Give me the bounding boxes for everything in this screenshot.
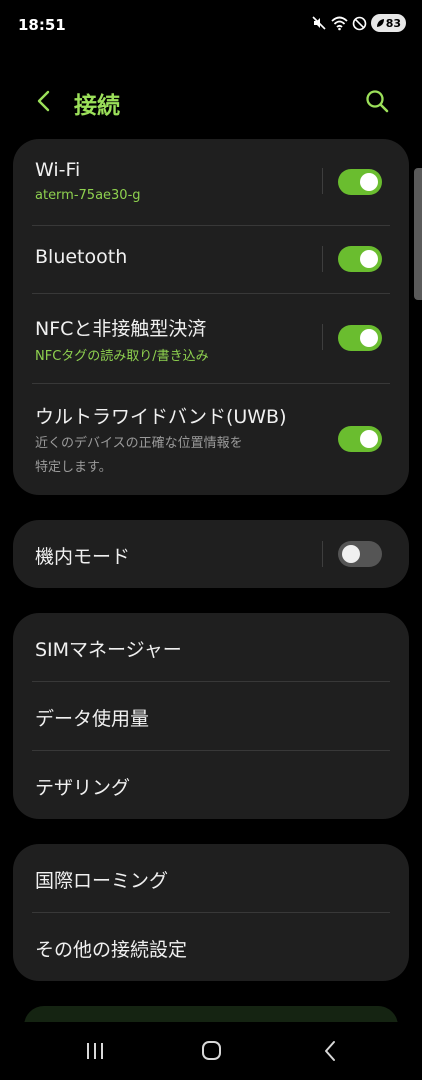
airplane-mode-row[interactable]: 機内モード: [13, 520, 409, 588]
divider: [322, 324, 323, 350]
recent-apps-icon: [87, 1043, 103, 1059]
uwb-subtitle-line2: 特定します。: [35, 460, 112, 475]
bluetooth-row[interactable]: Bluetooth: [13, 226, 409, 293]
connections-card: Wi-Fi aterm-75ae30-g Bluetooth NFCと非接触型決…: [13, 139, 409, 495]
search-icon: [366, 90, 389, 113]
uwb-subtitle-line1: 近くのデバイスの正確な位置情報を: [35, 436, 243, 451]
uwb-row[interactable]: ウルトラワイドバンド(UWB) 近くのデバイスの正確な位置情報を 特定します。: [13, 384, 409, 495]
other-settings-row[interactable]: その他の接続設定: [13, 913, 409, 981]
status-bar: 18:51 83: [0, 0, 422, 50]
battery-indicator: 83: [370, 14, 406, 32]
battery-level: 83: [385, 16, 401, 30]
page-title: 接続: [74, 93, 120, 119]
bluetooth-toggle[interactable]: [338, 246, 382, 272]
chevron-left-icon: [37, 90, 50, 112]
wifi-row[interactable]: Wi-Fi aterm-75ae30-g: [13, 139, 409, 225]
wifi-toggle[interactable]: [338, 169, 382, 195]
wifi-title: Wi-Fi: [35, 159, 81, 181]
status-icons: 83: [311, 14, 406, 32]
uwb-toggle[interactable]: [338, 426, 382, 452]
bluetooth-title: Bluetooth: [35, 246, 128, 268]
home-icon: [202, 1041, 221, 1060]
recent-apps-button[interactable]: [80, 1038, 110, 1064]
roaming-title: 国際ローミング: [35, 870, 169, 892]
airplane-mode-toggle[interactable]: [338, 541, 382, 567]
header: 接続: [0, 80, 422, 124]
scrollbar[interactable]: [414, 168, 422, 300]
system-back-button[interactable]: [316, 1038, 346, 1064]
status-time: 18:51: [18, 16, 66, 34]
airplane-card: 機内モード: [13, 520, 409, 588]
wifi-icon: [331, 16, 348, 31]
battery-saver-icon: [376, 19, 384, 27]
airplane-mode-title: 機内モード: [35, 546, 131, 568]
sim-manager-row[interactable]: SIMマネージャー: [13, 613, 409, 681]
sim-manager-title: SIMマネージャー: [35, 639, 182, 661]
sim-card: SIMマネージャー データ使用量 テザリング: [13, 613, 409, 819]
back-icon: [325, 1041, 335, 1061]
more-card: 国際ローミング その他の接続設定: [13, 844, 409, 981]
data-usage-title: データ使用量: [35, 708, 150, 730]
divider: [322, 541, 323, 567]
do-not-disturb-icon: [352, 16, 366, 30]
navigation-bar: [0, 1022, 422, 1080]
data-usage-row[interactable]: データ使用量: [13, 682, 409, 750]
roaming-row[interactable]: 国際ローミング: [13, 844, 409, 912]
nfc-title: NFCと非接触型決済: [35, 318, 207, 340]
nfc-toggle[interactable]: [338, 325, 382, 351]
divider: [322, 168, 323, 194]
tethering-row[interactable]: テザリング: [13, 751, 409, 819]
divider: [322, 246, 323, 272]
uwb-title: ウルトラワイドバンド(UWB): [35, 406, 287, 428]
other-settings-title: その他の接続設定: [35, 939, 188, 961]
home-button[interactable]: [196, 1038, 226, 1064]
wifi-network-name: aterm-75ae30-g: [35, 188, 141, 203]
search-button[interactable]: [362, 86, 392, 116]
tethering-title: テザリング: [35, 777, 131, 799]
nfc-subtitle: NFCタグの読み取り/書き込み: [35, 349, 209, 364]
back-button[interactable]: [30, 86, 60, 116]
mute-icon: [312, 16, 326, 30]
nfc-row[interactable]: NFCと非接触型決済 NFCタグの読み取り/書き込み: [13, 294, 409, 383]
